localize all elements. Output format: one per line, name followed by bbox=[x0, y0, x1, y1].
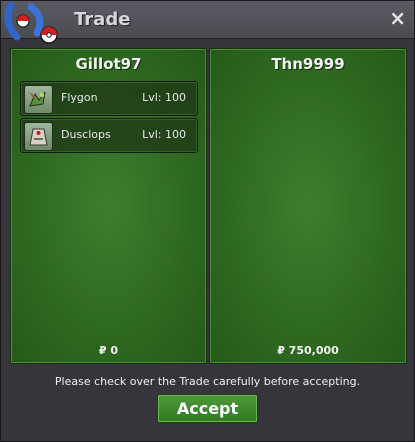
offer-slot[interactable]: Flygon Lvl: 100 bbox=[20, 81, 198, 116]
accept-button[interactable]: Accept bbox=[157, 394, 258, 423]
pokemon-level: Lvl: 100 bbox=[142, 128, 186, 141]
left-trader-name: Gillot97 bbox=[75, 55, 142, 73]
flygon-icon bbox=[24, 85, 53, 114]
window-title: Trade bbox=[74, 9, 131, 30]
close-icon[interactable]: × bbox=[389, 8, 406, 28]
right-money-amount: ₽ 750,000 bbox=[277, 344, 339, 357]
pokemon-level: Lvl: 100 bbox=[142, 91, 186, 104]
trade-notice: Please check over the Trade carefully be… bbox=[54, 375, 361, 388]
right-offer-panel: Thn9999 ₽ 750,000 bbox=[209, 48, 407, 364]
trade-window: Trade × Gillot97 Flygon Lvl: 100 Dusclop… bbox=[0, 0, 415, 442]
pokemon-name: Flygon bbox=[61, 91, 98, 104]
dusclops-icon bbox=[24, 122, 53, 151]
left-money-amount: ₽ 0 bbox=[98, 344, 119, 357]
trade-logo-icon bbox=[4, 1, 58, 44]
right-trader-name: Thn9999 bbox=[271, 55, 345, 73]
pokemon-name: Dusclops bbox=[61, 128, 111, 141]
offer-slot[interactable]: Dusclops Lvl: 100 bbox=[20, 118, 198, 153]
left-offer-panel: Gillot97 Flygon Lvl: 100 Dusclops Lvl: 1… bbox=[10, 48, 207, 364]
